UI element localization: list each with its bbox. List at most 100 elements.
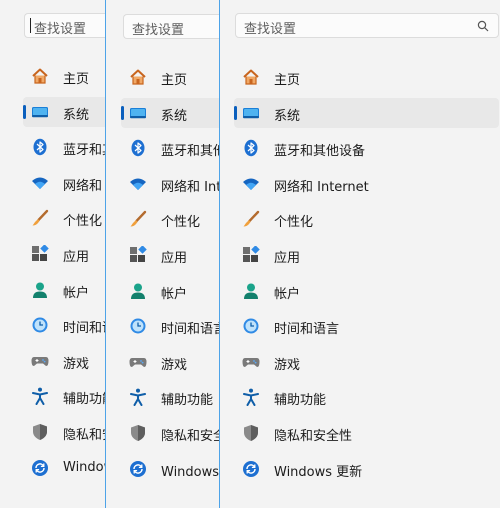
nav-item-privacy[interactable]: 隐私和安全 — [121, 418, 219, 448]
nav-item-system[interactable]: 系统 — [23, 97, 105, 127]
windows-update-icon — [31, 459, 49, 477]
search-input[interactable]: 查找设置 — [123, 14, 219, 39]
windows-update-icon — [242, 460, 260, 478]
nav-item-windows-update[interactable]: Window — [23, 453, 105, 483]
nav-item-label: 帐户 — [274, 287, 301, 302]
nav-item-label: 时间和语言 — [161, 322, 219, 337]
nav-item-time-language[interactable]: 时间和语言 — [234, 311, 499, 341]
nav-item-label: 个性化 — [274, 215, 314, 230]
nav-item-apps[interactable]: 应用 — [121, 240, 219, 270]
search-icon — [477, 20, 489, 32]
nav-item-label: 游戏 — [161, 358, 188, 373]
time-language-icon — [31, 316, 49, 334]
nav-item-account[interactable]: 帐户 — [234, 276, 499, 306]
nav-item-label: 应用 — [63, 250, 90, 265]
account-icon — [31, 281, 49, 299]
gaming-icon — [242, 353, 260, 371]
nav-item-label: 隐私和安全性 — [274, 429, 353, 444]
search-input[interactable]: 查找设置 — [235, 13, 499, 38]
nav-item-personalize[interactable]: 个性化 — [23, 203, 105, 233]
nav-item-accessibility[interactable]: 辅助功能 — [234, 382, 499, 412]
nav-item-label: 系统 — [63, 108, 90, 123]
nav-item-label: 蓝牙和其 — [63, 143, 105, 158]
search-input[interactable]: 查找设置 — [24, 13, 105, 38]
nav-item-account[interactable]: 帐户 — [121, 276, 219, 306]
apps-icon — [31, 244, 49, 263]
nav-item-label: 辅助功能 — [161, 393, 214, 408]
nav-item-account[interactable]: 帐户 — [23, 275, 105, 305]
accessibility-icon — [129, 388, 147, 406]
time-language-icon — [242, 317, 260, 335]
windows-update-icon — [129, 460, 147, 478]
nav-item-label: 蓝牙和其他设备 — [274, 144, 366, 159]
nav-item-privacy[interactable]: 隐私和安全性 — [234, 418, 499, 448]
nav-item-label: 网络和 I — [63, 179, 105, 194]
text-caret — [30, 18, 31, 33]
accessibility-icon — [31, 387, 49, 405]
nav-item-accessibility[interactable]: 辅助功能 — [121, 382, 219, 412]
nav-item-label: 帐户 — [161, 287, 188, 302]
selection-indicator — [121, 106, 124, 120]
privacy-icon — [31, 423, 49, 441]
nav-item-apps[interactable]: 应用 — [23, 239, 105, 269]
nav-item-label: 系统 — [274, 109, 301, 124]
nav-item-windows-update[interactable]: Windows 更 — [121, 454, 219, 484]
nav-item-label: 个性化 — [63, 214, 103, 229]
settings-panel-wide: 查找设置 主页系统蓝牙和其他设备 网络和 Internet 个性化应用帐户时间和语言… — [220, 0, 500, 508]
search-placeholder: 查找设置 — [34, 22, 87, 37]
home-icon — [31, 67, 49, 85]
nav-item-home[interactable]: 主页 — [121, 62, 219, 92]
nav-item-system[interactable]: 系统 — [234, 98, 499, 128]
nav-item-home[interactable]: 主页 — [234, 62, 499, 92]
system-icon — [242, 104, 260, 122]
personalize-icon — [31, 209, 49, 227]
nav-item-gaming[interactable]: 游戏 — [121, 347, 219, 377]
nav-item-label: 隐私和安 — [63, 428, 105, 443]
nav-item-time-language[interactable]: 时间和语 — [23, 310, 105, 340]
bluetooth-icon — [129, 139, 147, 157]
nav-item-label: 帐户 — [63, 286, 90, 301]
nav-item-accessibility[interactable]: 辅助功能 — [23, 381, 105, 411]
nav-item-apps[interactable]: 应用 — [234, 240, 499, 270]
nav-item-label: Windows 更 — [161, 465, 219, 480]
nav-item-wifi[interactable]: 网络和 Inte — [121, 169, 219, 199]
nav-item-label: 游戏 — [63, 357, 90, 372]
nav-item-home[interactable]: 主页 — [23, 61, 105, 91]
selection-indicator — [23, 105, 26, 119]
nav-item-system[interactable]: 系统 — [121, 98, 219, 128]
nav-item-label: Window — [63, 460, 105, 475]
apps-icon — [129, 245, 147, 264]
nav-item-label: 主页 — [63, 72, 90, 87]
nav-item-gaming[interactable]: 游戏 — [23, 346, 105, 376]
nav-item-bluetooth[interactable]: 蓝牙和其 — [23, 132, 105, 162]
home-icon — [242, 68, 260, 86]
privacy-icon — [129, 424, 147, 442]
nav-item-personalize[interactable]: 个性化 — [121, 204, 219, 234]
nav-item-wifi[interactable]: 网络和 I — [23, 168, 105, 198]
nav-item-label: 时间和语 — [63, 321, 105, 336]
nav-item-wifi[interactable]: 网络和 Internet — [234, 169, 499, 199]
nav-item-label: 网络和 Internet — [274, 180, 369, 195]
nav-item-label: 应用 — [161, 251, 188, 266]
nav-item-gaming[interactable]: 游戏 — [234, 347, 499, 377]
nav-item-personalize[interactable]: 个性化 — [234, 204, 499, 234]
nav-item-privacy[interactable]: 隐私和安 — [23, 417, 105, 447]
nav-item-bluetooth[interactable]: 蓝牙和其他设备 — [234, 133, 499, 163]
selection-indicator — [234, 106, 237, 120]
nav-item-bluetooth[interactable]: 蓝牙和其他 — [121, 133, 219, 163]
gaming-icon — [31, 352, 49, 370]
bluetooth-icon — [242, 139, 260, 157]
account-icon — [242, 282, 260, 300]
nav-item-windows-update[interactable]: Windows 更新 — [234, 454, 499, 484]
search-placeholder: 查找设置 — [132, 23, 185, 38]
time-language-icon — [129, 317, 147, 335]
nav-item-label: 主页 — [274, 73, 301, 88]
nav-item-time-language[interactable]: 时间和语言 — [121, 311, 219, 341]
wifi-icon — [31, 174, 49, 192]
bluetooth-icon — [31, 138, 49, 156]
privacy-icon — [242, 424, 260, 442]
search-placeholder: 查找设置 — [244, 22, 297, 37]
settings-panel-medium: 查找设置 主页系统蓝牙和其他网络和 Inte 个性化应用帐户时间和语言游戏辅助功能… — [106, 0, 219, 508]
nav-item-label: 系统 — [161, 109, 188, 124]
nav-item-label: 时间和语言 — [274, 322, 340, 337]
